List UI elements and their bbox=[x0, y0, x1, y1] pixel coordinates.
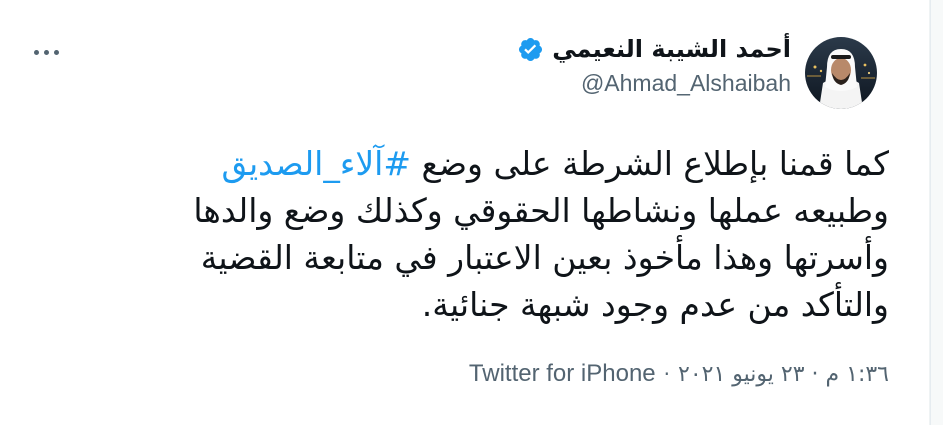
tweet-timestamp[interactable]: ١:٣٦ م · ٢٣ يونيو ٢٠٢١ bbox=[678, 362, 889, 387]
author-display-name[interactable]: أحمد الشيبة النعيمي bbox=[552, 34, 791, 64]
tweet-text: كما قمنا بإطلاع الشرطة على وضع #آلاء_الص… bbox=[99, 140, 889, 328]
tweet-text-start: كما قمنا بإطلاع الشرطة على وضع bbox=[410, 144, 889, 183]
author-handle[interactable]: @Ahmad_Alshaibah bbox=[517, 70, 791, 97]
profile-photo-icon bbox=[805, 37, 877, 109]
scrollbar-track[interactable] bbox=[930, 0, 943, 425]
tweet-metadata: ١:٣٦ م · ٢٣ يونيو ٢٠٢١ · Twitter for iPh… bbox=[469, 360, 889, 388]
tweet-author: أحمد الشيبة النعيمي @Ahmad_Alshaibah bbox=[517, 34, 791, 97]
tweet-text-rest: وطبيعه عملها ونشاطها الحقوقي وكذلك وضع و… bbox=[193, 191, 889, 324]
hashtag-link[interactable]: #آلاء_الصديق bbox=[221, 144, 411, 183]
more-horizontal-icon bbox=[33, 49, 39, 55]
tweet-source-link[interactable]: Twitter for iPhone bbox=[469, 360, 656, 388]
verified-badge-icon bbox=[517, 36, 544, 63]
more-horizontal-icon-dot bbox=[53, 49, 59, 55]
more-horizontal-icon-dot bbox=[43, 49, 49, 55]
author-name-row: أحمد الشيبة النعيمي bbox=[517, 34, 791, 64]
meta-separator: · bbox=[663, 362, 671, 386]
avatar[interactable] bbox=[805, 37, 877, 109]
more-options-button[interactable] bbox=[28, 40, 64, 64]
tweet-card: أحمد الشيبة النعيمي @Ahmad_Alshaibah كما… bbox=[0, 0, 930, 425]
